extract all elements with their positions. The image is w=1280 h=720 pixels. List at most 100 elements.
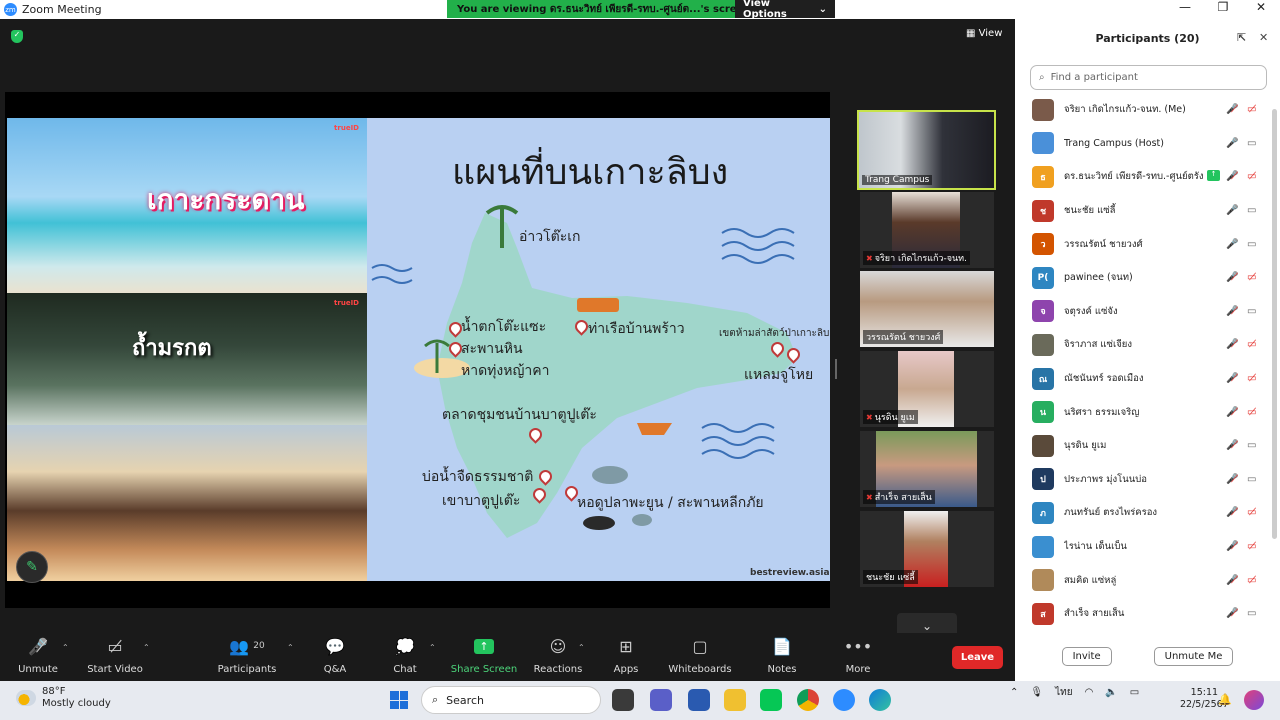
participant-row[interactable]: จิราภาส แซ่เจียง 🎤̸ ▭̸ [1015,328,1280,362]
participant-row[interactable]: ณ ณัชนันทร์ รอดเมือง 🎤̸ ▭̸ [1015,362,1280,396]
whiteboards-button[interactable]: ▢ Whiteboards [665,633,735,676]
reactions-options-chevron-icon[interactable]: ⌃ [578,643,585,652]
muted-mic-icon[interactable]: 🎤̸ [1226,306,1238,317]
video-icon[interactable]: ▭ [1247,205,1256,216]
video-icon[interactable]: ▭ [1247,138,1256,149]
qa-button[interactable]: 💬 Q&A [300,633,370,676]
taskbar-search-input[interactable]: ⌕ Search [421,686,601,714]
participant-row[interactable]: ว วรรณรัตน์ ชายวงศ์ 🎤 ▭ [1015,227,1280,261]
video-icon[interactable]: ▭ [1247,306,1256,317]
muted-mic-icon[interactable]: 🎤̸ [1226,608,1238,619]
video-tile-wannarat[interactable]: วรรณรัตน์ ชายวงศ์ [860,271,994,347]
video-off-icon[interactable]: ▭̸ [1247,171,1256,182]
minimize-icon[interactable]: — [1166,0,1204,14]
panel-scrollbar[interactable] [1272,109,1277,539]
muted-mic-icon[interactable]: 🎤̸ [1226,474,1238,485]
participant-row[interactable]: ภ ภนทรันย์ ตรงไพร่ครอง 🎤̸ ▭̸ [1015,496,1280,530]
wifi-icon[interactable]: ◠ [1085,687,1094,698]
video-off-icon[interactable]: ▭̸ [1247,541,1256,552]
video-off-icon[interactable]: ▭̸ [1247,339,1256,350]
microphone-icon[interactable]: 🎙 [1030,687,1043,698]
participant-row[interactable]: สมคิด แซ่หลู่ 🎤̸ ▭̸ [1015,563,1280,597]
mic-icon[interactable]: 🎤 [1226,205,1238,216]
video-icon[interactable]: ▭ [1247,239,1256,250]
show-hidden-icons-chevron-icon[interactable]: ⌃ [1010,687,1018,698]
video-tile-nurdin[interactable]: ✖ นุรดิน ยูเม [860,351,994,427]
muted-mic-icon[interactable]: 🎤̸ [1226,339,1238,350]
notes-button[interactable]: 📄 Notes [747,633,817,676]
input-language[interactable]: ไทย [1055,685,1072,700]
video-off-icon[interactable]: ▭̸ [1247,575,1256,586]
teams-icon[interactable] [650,689,672,711]
muted-mic-icon[interactable]: 🎤̸ [1226,272,1238,283]
chat-button[interactable]: 💭 Chat [370,633,440,676]
participants-button[interactable]: 👥 20 Participants [212,633,282,676]
audio-options-chevron-icon[interactable]: ⌃ [62,643,69,652]
volume-icon[interactable]: 🔈 [1105,687,1117,698]
unmute-me-button[interactable]: Unmute Me [1153,647,1234,666]
close-panel-icon[interactable]: ✕ [1259,31,1268,44]
weather-widget[interactable]: 88°F Mostly cloudy [16,686,111,710]
participant-row[interactable]: ส สำเร็จ สายเส็น 🎤̸ ▭ [1015,597,1280,631]
muted-mic-icon[interactable]: 🎤̸ [1226,407,1238,418]
video-tile-jariya[interactable]: ✖ จริยา เกิดไกรแก้ว-จนท. [860,192,994,268]
participant-row[interactable]: Trang Campus (Host) 🎤 ▭ [1015,127,1280,161]
chrome-icon[interactable] [797,689,819,711]
participant-row[interactable]: นุรดิน ยูเม 🎤̸ ▭ [1015,429,1280,463]
line-icon[interactable] [760,689,782,711]
notification-bell-icon[interactable]: 🔔 [1218,693,1232,706]
video-icon[interactable]: ▭ [1247,474,1256,485]
chat-options-chevron-icon[interactable]: ⌃ [429,643,436,652]
participant-row[interactable]: ป ประภาพร มุ่งโนนบ่อ 🎤̸ ▭ [1015,463,1280,497]
annotate-pencil-icon[interactable]: ✎ [16,551,48,583]
start-video-button[interactable]: ▭̸ Start Video [80,633,150,676]
battery-icon[interactable]: ▭ [1130,687,1139,698]
resize-handle[interactable] [835,359,837,379]
video-off-icon[interactable]: ▭̸ [1247,272,1256,283]
windows-start-icon[interactable] [390,691,408,709]
participant-search-input[interactable]: ⌕ Find a participant [1030,65,1267,90]
muted-mic-icon[interactable]: 🎤̸ [1226,440,1238,451]
pop-out-icon[interactable]: ⇱ [1237,31,1246,44]
participant-row[interactable]: น นริศรา ธรรมเจริญ 🎤̸ ▭̸ [1015,395,1280,429]
mic-icon[interactable]: 🎤 [1226,239,1238,250]
edge-icon[interactable] [869,689,891,711]
video-off-icon[interactable]: ▭̸ [1247,373,1256,384]
muted-mic-icon[interactable]: 🎤̸ [1226,104,1238,115]
participant-row[interactable]: P(pawinee (จนท) 🎤̸ ▭̸ [1015,261,1280,295]
unmute-button[interactable]: 🎤̸ Unmute [3,633,73,676]
participant-row[interactable]: จริยา เกิดไกรแก้ว-จนท. (Me) 🎤̸ ▭̸ [1015,93,1280,127]
muted-mic-icon[interactable]: 🎤̸ [1226,171,1238,182]
video-tile-chanachai[interactable]: ชนะชัย แซ่ลี้ [860,511,994,587]
share-screen-button[interactable]: ↑ Share Screen [449,633,519,675]
reactions-button[interactable]: ☺ Reactions [523,633,593,676]
close-icon[interactable]: ✕ [1242,0,1280,14]
view-options-button[interactable]: View Options ⌄ [735,0,835,20]
zoom-icon[interactable] [833,689,855,711]
view-button[interactable]: ▦ View [966,28,1002,39]
muted-mic-icon[interactable]: 🎤̸ [1226,507,1238,518]
file-explorer-icon[interactable] [724,689,746,711]
participant-row[interactable]: จ จตุรงค์ แซ่จัง 🎤̸ ▭ [1015,295,1280,329]
leave-button[interactable]: Leave [952,646,1003,669]
muted-mic-icon[interactable]: 🎤̸ [1226,541,1238,552]
video-tile-samret[interactable]: ✖ สำเร็จ สายเส็น [860,431,994,507]
word-icon[interactable] [688,689,710,711]
video-tile-trang-campus[interactable]: Trang Campus [857,110,996,190]
task-view-icon[interactable] [612,689,634,711]
muted-mic-icon[interactable]: 🎤̸ [1226,575,1238,586]
video-off-icon[interactable]: ▭̸ [1247,407,1256,418]
more-button[interactable]: ••• More [823,633,893,676]
muted-mic-icon[interactable]: 🎤̸ [1226,373,1238,384]
video-icon[interactable]: ▭ [1247,440,1256,451]
video-icon[interactable]: ▭ [1247,608,1256,619]
mic-icon[interactable]: 🎤 [1226,138,1238,149]
participant-row[interactable]: ช ชนะชัย แซ่ลี้ 🎤 ▭ [1015,194,1280,228]
copilot-icon[interactable] [1244,690,1264,710]
participants-options-chevron-icon[interactable]: ⌃ [287,643,294,652]
restore-icon[interactable]: ❐ [1204,0,1242,14]
participant-row[interactable]: ธ ดร.ธนะวิทย์ เพียรดี-รทบ.-ศูนย์ตรัง ↑ 🎤̸ ▭̸ [1015,160,1280,194]
video-off-icon[interactable]: ▭̸ [1247,104,1256,115]
video-options-chevron-icon[interactable]: ⌃ [143,643,150,652]
video-off-icon[interactable]: ▭̸ [1247,507,1256,518]
